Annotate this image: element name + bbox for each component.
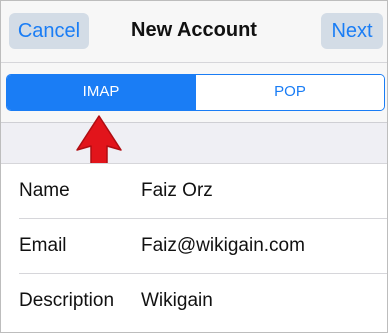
segment-imap[interactable]: IMAP (7, 75, 195, 110)
email-label: Email (19, 235, 67, 256)
description-field[interactable]: Wikigain (141, 290, 213, 312)
name-field[interactable]: Faiz Orz (141, 180, 213, 202)
description-row[interactable]: Description Wikigain (1, 274, 387, 329)
name-label: Name (19, 180, 70, 201)
navigation-bar: Cancel New Account Next (1, 1, 387, 63)
email-row[interactable]: Email Faiz@wikigain.com (1, 219, 387, 274)
name-row[interactable]: Name Faiz Orz (1, 164, 387, 219)
email-field[interactable]: Faiz@wikigain.com (141, 235, 305, 257)
account-type-segmented-control: IMAP POP (6, 74, 385, 111)
account-form: Name Faiz Orz Email Faiz@wikigain.com De… (1, 163, 387, 332)
description-label: Description (19, 290, 115, 311)
red-arrow-up-icon (76, 115, 122, 165)
segment-pop[interactable]: POP (195, 75, 384, 110)
next-button[interactable]: Next (321, 13, 383, 49)
cancel-button[interactable]: Cancel (9, 13, 89, 49)
new-account-screen: Cancel New Account Next IMAP POP Name Fa… (0, 0, 388, 333)
account-type-section: IMAP POP (1, 63, 387, 123)
